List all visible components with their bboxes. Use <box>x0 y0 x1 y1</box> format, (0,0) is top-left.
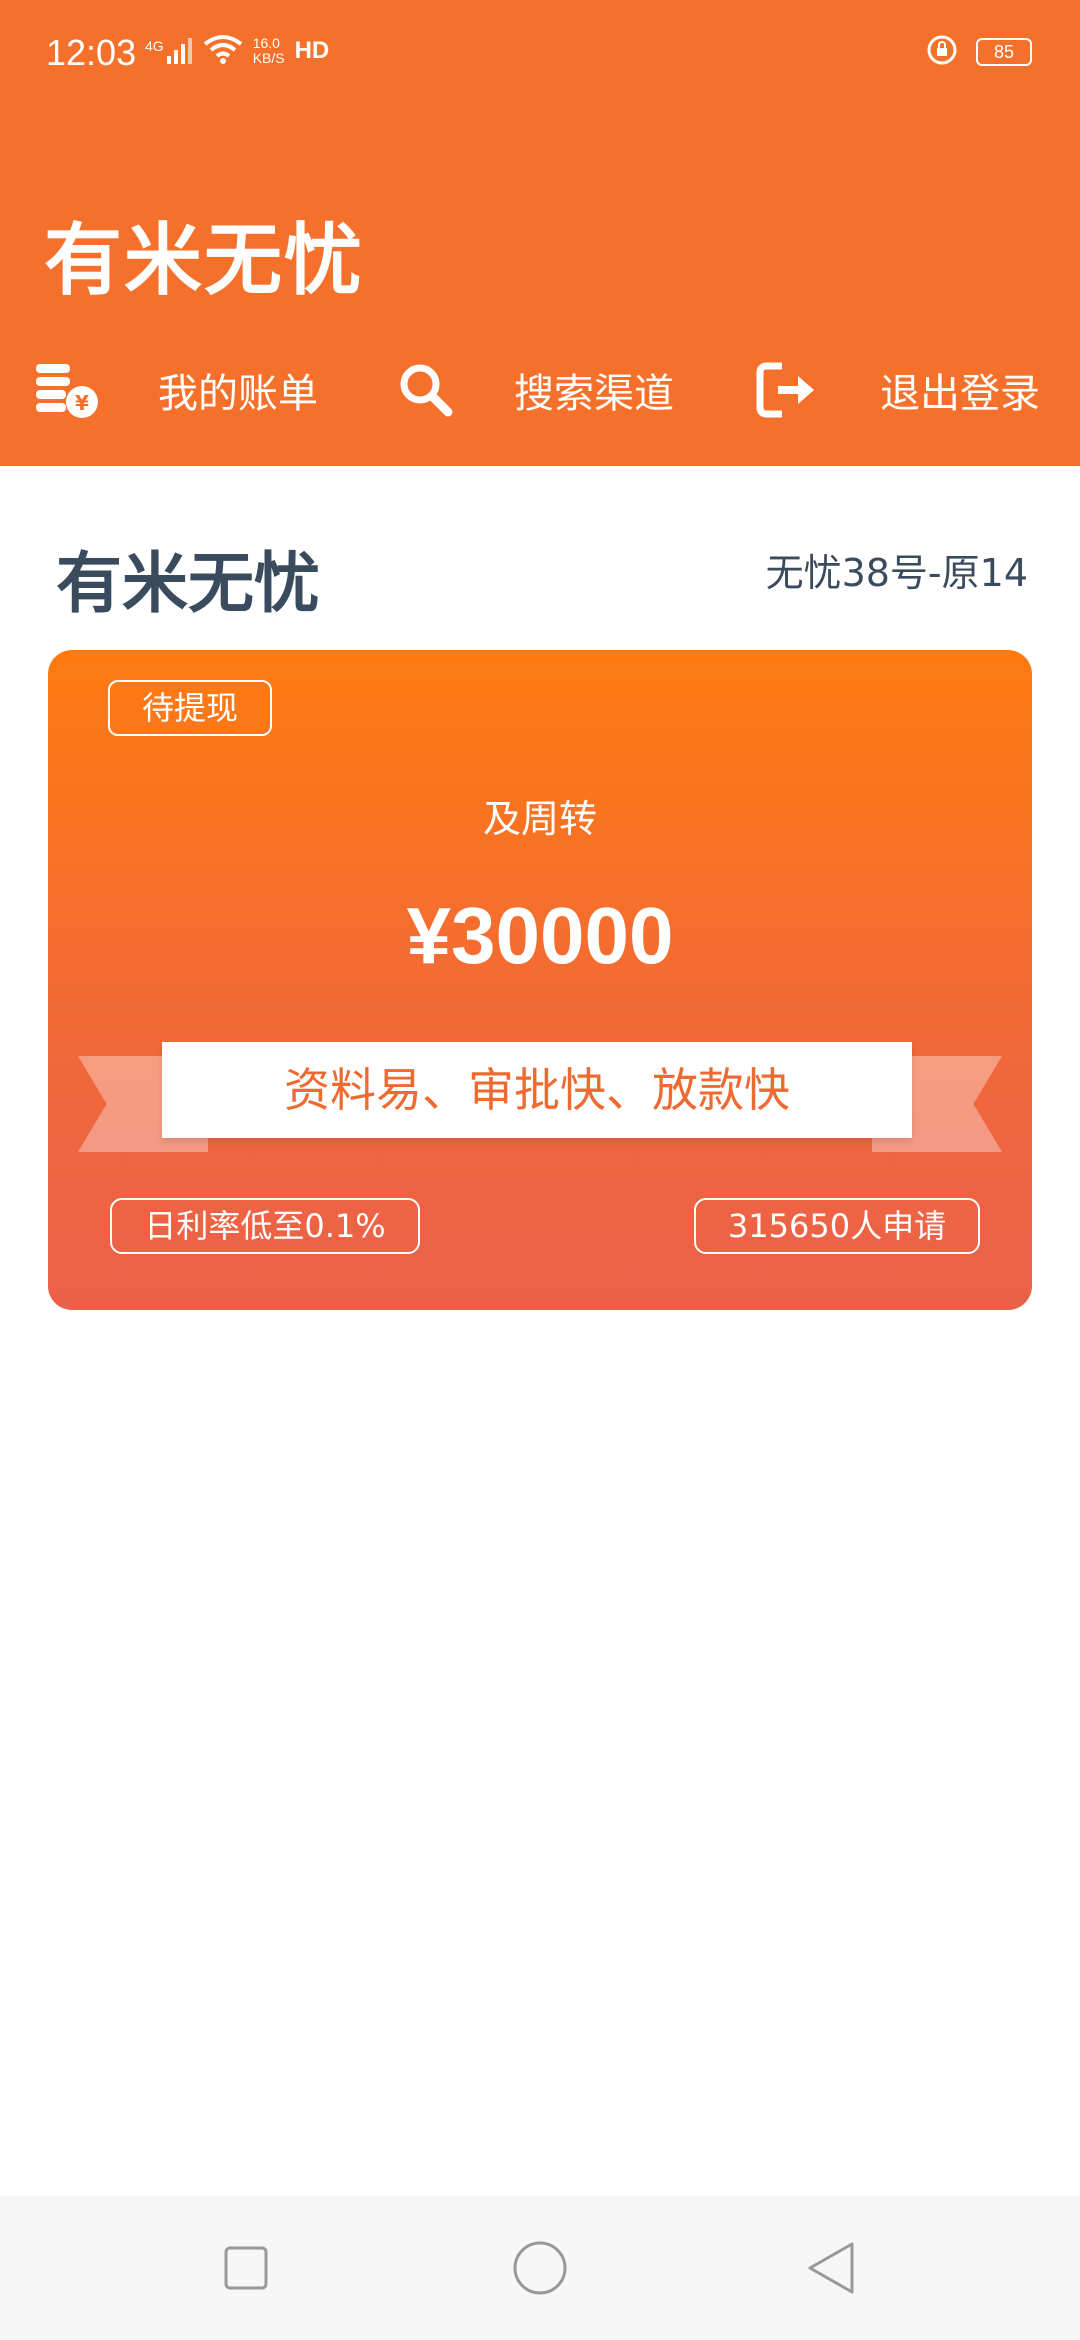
hd-icon: HD <box>294 37 330 64</box>
battery-indicator: 85 <box>976 38 1032 66</box>
interest-rate-tag: 日利率低至0.1% <box>110 1198 420 1254</box>
section-subtitle: 无忧38号-原14 <box>765 551 1028 595</box>
logout-button[interactable]: 退出登录 <box>756 350 1040 430</box>
search-channel-label: 搜索渠道 <box>514 371 674 417</box>
status-badge: 待提现 <box>108 680 272 736</box>
card-subtitle: 及周转 <box>482 797 597 841</box>
app-title: 有米无忧 <box>44 216 365 306</box>
wifi-icon <box>203 34 243 68</box>
search-channel-button[interactable]: 搜索渠道 <box>396 350 674 430</box>
svg-text:¥: ¥ <box>75 391 89 415</box>
status-icons-left: 4G 16.0 KB/S HD <box>145 34 329 68</box>
back-button[interactable] <box>802 2238 862 2298</box>
loan-amount: ¥30000 <box>406 891 674 980</box>
circle-icon <box>513 2241 567 2295</box>
ribbon-text: 资料易、审批快、放款快 <box>162 1042 912 1138</box>
my-bill-label: 我的账单 <box>158 371 318 417</box>
logout-icon <box>756 360 818 420</box>
applicants-count-tag: 315650人申请 <box>694 1198 980 1254</box>
system-nav-bar <box>0 2196 1080 2340</box>
recent-apps-button[interactable] <box>216 2238 276 2298</box>
network-speed: 16.0 KB/S <box>252 35 285 66</box>
logout-label: 退出登录 <box>880 371 1040 417</box>
back-triangle-icon <box>808 2242 854 2294</box>
toolbar: ¥ 我的账单 搜索渠道 退出登录 <box>0 350 1080 430</box>
network-type: 4G <box>145 38 164 54</box>
status-time: 12:03 <box>46 32 137 73</box>
bill-coins-icon: ¥ <box>34 360 100 420</box>
search-icon <box>396 360 456 420</box>
loan-product-card[interactable]: 待提现 及周转 ¥30000 资料易、审批快、放款快 日利率低至0.1% 315… <box>48 650 1032 1310</box>
home-button[interactable] <box>510 2238 570 2298</box>
app-header: 12:03 4G 16.0 KB/S HD 85 有米无忧 ¥ 我的账单 搜索渠… <box>0 0 1080 466</box>
square-icon <box>224 2246 268 2290</box>
signal-icon: 4G <box>145 38 193 64</box>
feature-ribbon: 资料易、审批快、放款快 <box>78 1042 1002 1152</box>
status-bar: 12:03 4G 16.0 KB/S HD 85 <box>0 0 1080 110</box>
rotation-lock-icon <box>926 34 958 70</box>
status-icons-right: 85 <box>926 34 1032 70</box>
my-bill-button[interactable]: ¥ 我的账单 <box>34 350 318 430</box>
section-title: 有米无忧 <box>56 545 320 622</box>
